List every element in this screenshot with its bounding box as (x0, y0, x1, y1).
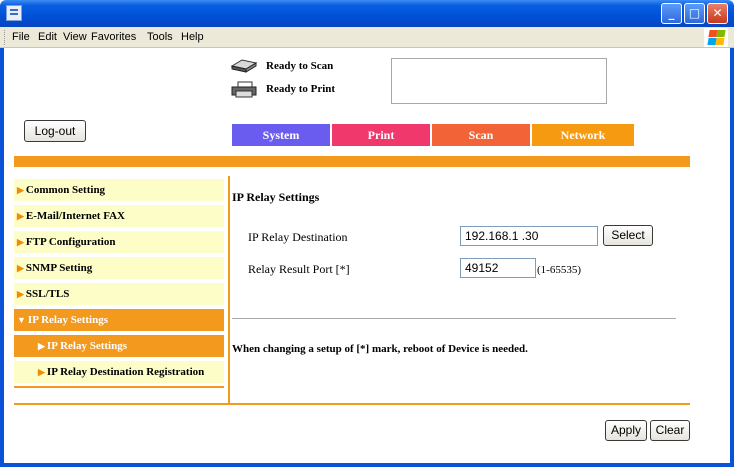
select-button[interactable]: Select (603, 225, 653, 246)
window-title-bar: _ □ ✕ (0, 0, 734, 27)
status-message-box (391, 58, 607, 104)
toolbar-grip-icon (4, 30, 7, 45)
header-divider (14, 156, 690, 167)
menu-favorites[interactable]: Favorites (91, 31, 136, 43)
arrow-right-icon: ▶ (17, 289, 24, 299)
logout-button[interactable]: Log-out (24, 120, 86, 142)
sidebar-vertical-divider (228, 176, 230, 403)
sidebar-item-ssl-tls[interactable]: ▶ SSL/TLS (14, 283, 224, 305)
arrow-right-icon: ▶ (17, 185, 24, 195)
port-range-hint: (1-65535) (537, 264, 581, 276)
arrow-right-icon: ▶ (17, 211, 24, 221)
print-status: Ready to Print (228, 80, 335, 98)
print-status-text: Ready to Print (266, 83, 336, 95)
tab-print[interactable]: Print (332, 124, 430, 146)
sidebar-subitem-ip-relay-destination[interactable]: ▶ IP Relay Destination Registration (14, 361, 224, 383)
sidebar-item-label: IP Relay Settings (46, 340, 127, 352)
footer-divider (14, 403, 690, 405)
scanner-icon (228, 57, 260, 75)
minimize-button[interactable]: _ (661, 3, 682, 24)
browser-content: Ready to Scan Ready to Print Log-out Sys… (0, 48, 734, 467)
sidebar-item-ftp[interactable]: ▶ FTP Configuration (14, 231, 224, 253)
menu-view[interactable]: View (63, 31, 87, 43)
menu-tools[interactable]: Tools (147, 31, 173, 43)
sidebar-item-label: E-Mail/Internet FAX (25, 210, 126, 222)
arrow-right-icon: ▶ (17, 237, 24, 247)
close-button[interactable]: ✕ (707, 3, 728, 24)
menu-file[interactable]: File (12, 31, 30, 43)
tab-scan[interactable]: Scan (432, 124, 530, 146)
sidebar-item-snmp[interactable]: ▶ SNMP Setting (14, 257, 224, 279)
menu-edit[interactable]: Edit (38, 31, 57, 43)
scan-status-text: Ready to Scan (266, 60, 334, 72)
windows-logo-icon (704, 28, 728, 47)
printer-icon (228, 80, 260, 98)
maximize-button[interactable]: □ (684, 3, 705, 24)
destination-label: IP Relay Destination (248, 230, 348, 244)
arrow-right-icon: ▶ (17, 263, 24, 273)
tab-system[interactable]: System (232, 124, 330, 146)
tab-network[interactable]: Network (532, 124, 634, 146)
port-label: Relay Result Port [*] (248, 262, 350, 276)
scan-status: Ready to Scan (228, 57, 333, 75)
sidebar-item-label: IP Relay Settings (27, 314, 108, 326)
sidebar-item-label: FTP Configuration (25, 236, 116, 248)
main-tabs: System Print Scan Network (232, 124, 636, 146)
sidebar-item-label: SNMP Setting (25, 262, 93, 274)
section-divider (232, 318, 676, 319)
arrow-right-icon: ▶ (38, 367, 45, 377)
destination-input[interactable]: 192.168.1 .30 (460, 226, 598, 246)
sidebar-item-label: Common Setting (25, 184, 106, 196)
sidebar-item-label: IP Relay Destination Registration (46, 366, 205, 378)
arrow-right-icon: ▶ (38, 341, 45, 351)
ie-page-icon (6, 5, 22, 21)
sidebar-item-ip-relay[interactable]: ▼ IP Relay Settings (14, 309, 224, 331)
clear-button[interactable]: Clear (650, 420, 690, 441)
sidebar-divider (14, 386, 224, 388)
page-title: IP Relay Settings (232, 190, 320, 204)
reboot-note: When changing a setup of [*] mark, reboo… (232, 343, 528, 355)
sidebar-item-label: SSL/TLS (25, 288, 70, 300)
port-input[interactable]: 49152 (460, 258, 536, 278)
apply-button[interactable]: Apply (605, 420, 647, 441)
sidebar-item-email-fax[interactable]: ▶ E-Mail/Internet FAX (14, 205, 224, 227)
arrow-down-icon: ▼ (17, 315, 26, 325)
menu-bar: File Edit View Favorites Tools Help (0, 27, 734, 48)
sidebar-subitem-ip-relay-settings[interactable]: ▶ IP Relay Settings (14, 335, 224, 357)
menu-help[interactable]: Help (181, 31, 204, 43)
sidebar-item-common-setting[interactable]: ▶ Common Setting (14, 179, 224, 201)
